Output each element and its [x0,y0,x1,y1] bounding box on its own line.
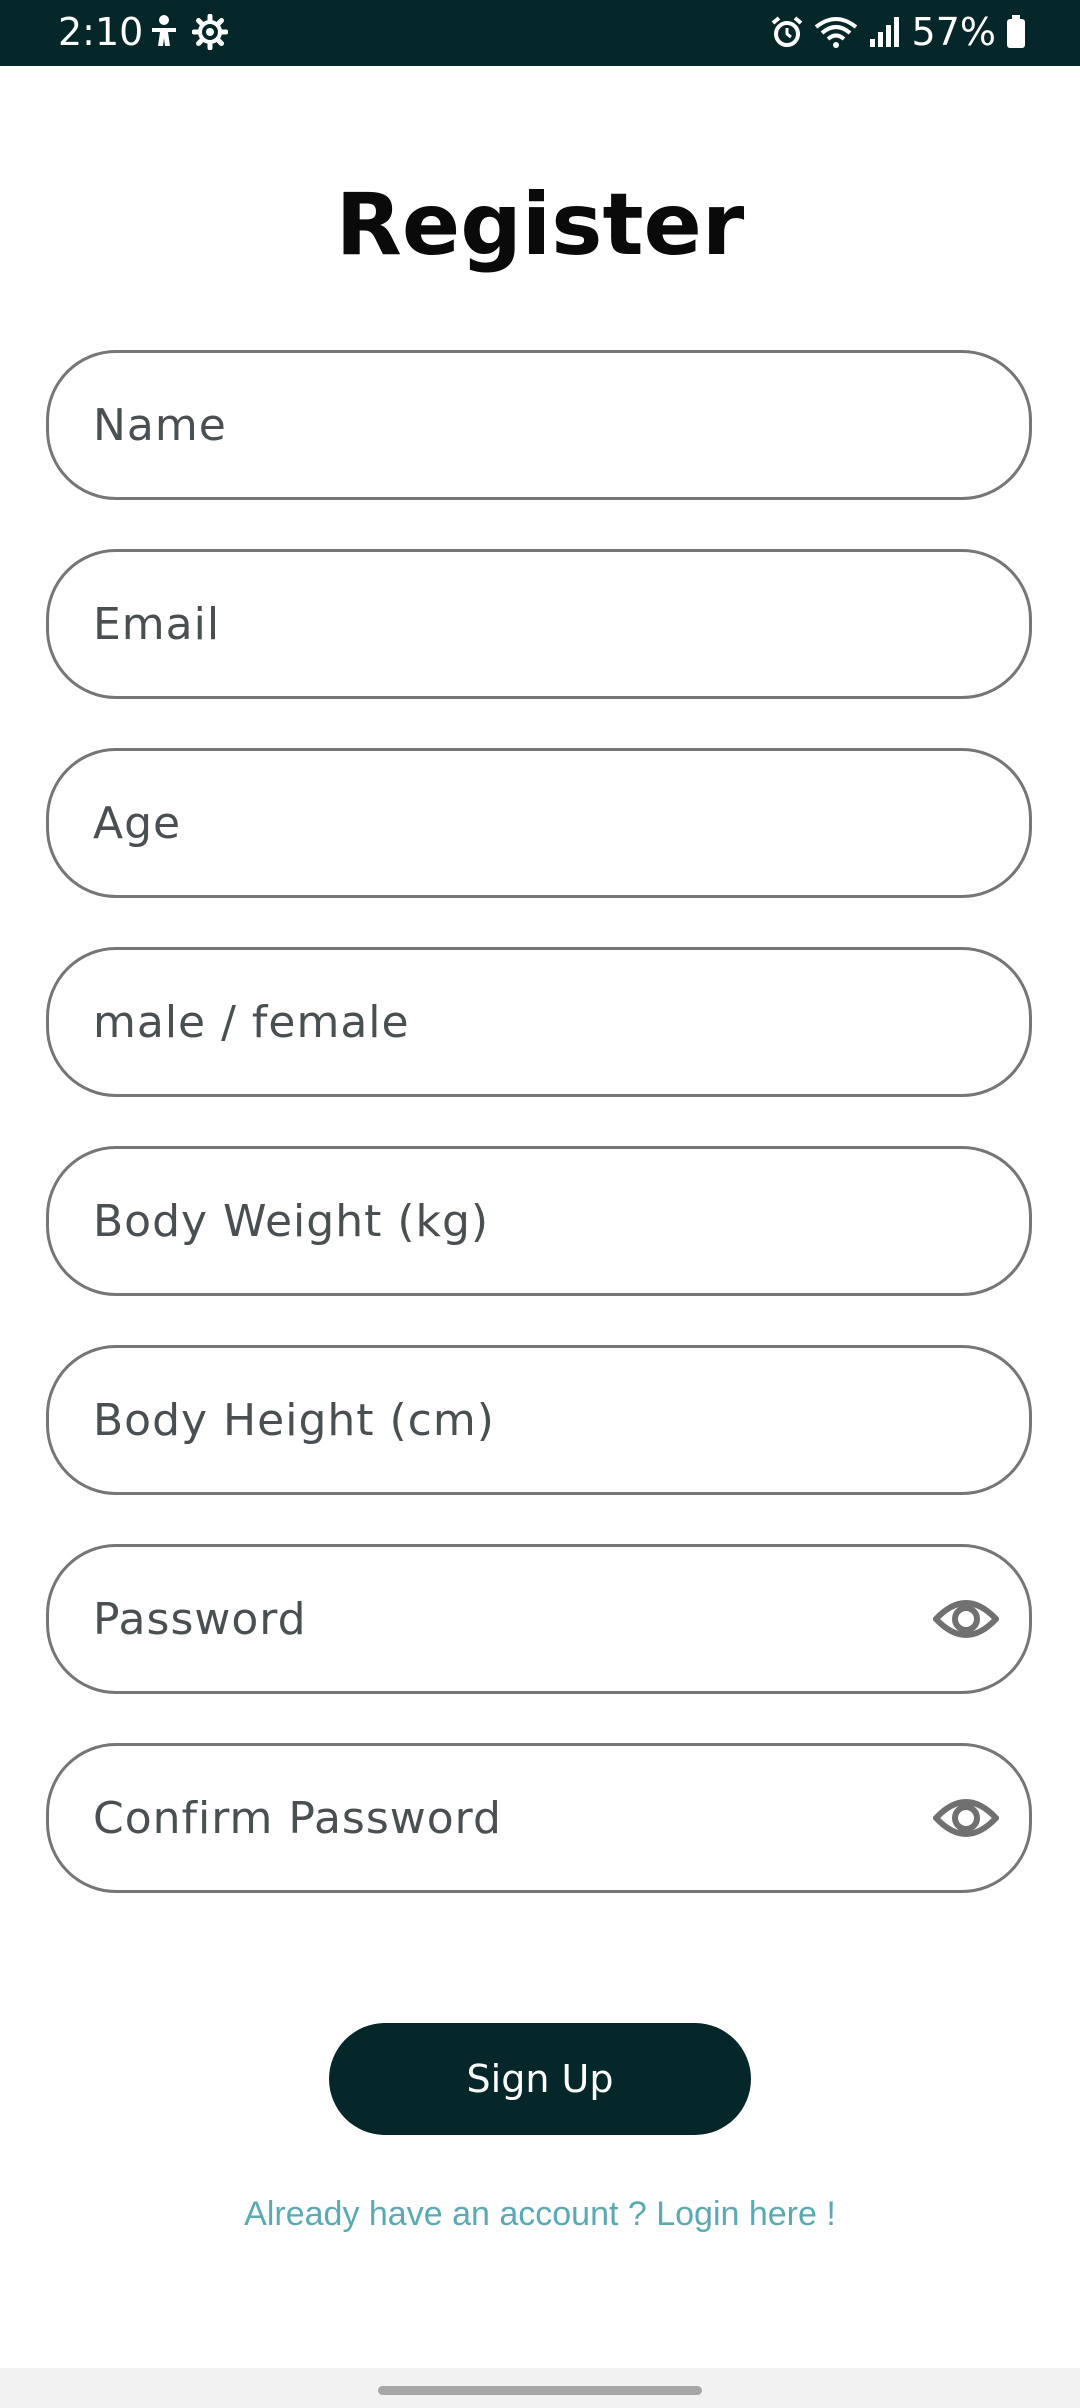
page-title: Register [335,175,745,275]
eye-icon[interactable] [931,1592,1001,1646]
age-input[interactable] [93,751,953,895]
signal-icon [868,15,902,49]
body-weight-field[interactable] [46,1146,1032,1296]
accessibility-icon [148,14,180,50]
navigation-bar [0,2368,1080,2408]
age-field[interactable] [46,748,1032,898]
status-time: 2:10 [58,10,144,54]
status-left-icons [148,14,228,50]
alarm-icon [770,15,804,49]
battery-percent: 57% [911,10,996,54]
body-weight-input[interactable] [93,1149,953,1293]
home-indicator[interactable] [378,2386,702,2395]
battery-icon [1006,15,1026,49]
body-height-input[interactable] [93,1348,953,1492]
sign-up-button[interactable]: Sign Up [329,2023,751,2135]
name-field[interactable] [46,350,1032,500]
eye-icon[interactable] [931,1791,1001,1845]
confirm-password-field[interactable] [46,1743,1032,1893]
body-height-field[interactable] [46,1345,1032,1495]
name-input[interactable] [93,353,953,497]
settings-gear-icon [192,14,228,50]
password-input[interactable] [93,1547,953,1691]
gender-input[interactable] [93,950,953,1094]
status-right-icons: 57% [770,12,1026,52]
status-bar: 2:10 57% [0,0,1080,66]
gender-field[interactable] [46,947,1032,1097]
wifi-icon [814,15,858,49]
confirm-password-input[interactable] [93,1746,953,1890]
email-field[interactable] [46,549,1032,699]
login-link[interactable]: Already have an account ? Login here ! [0,2190,1080,2238]
password-field[interactable] [46,1544,1032,1694]
email-input[interactable] [93,552,953,696]
